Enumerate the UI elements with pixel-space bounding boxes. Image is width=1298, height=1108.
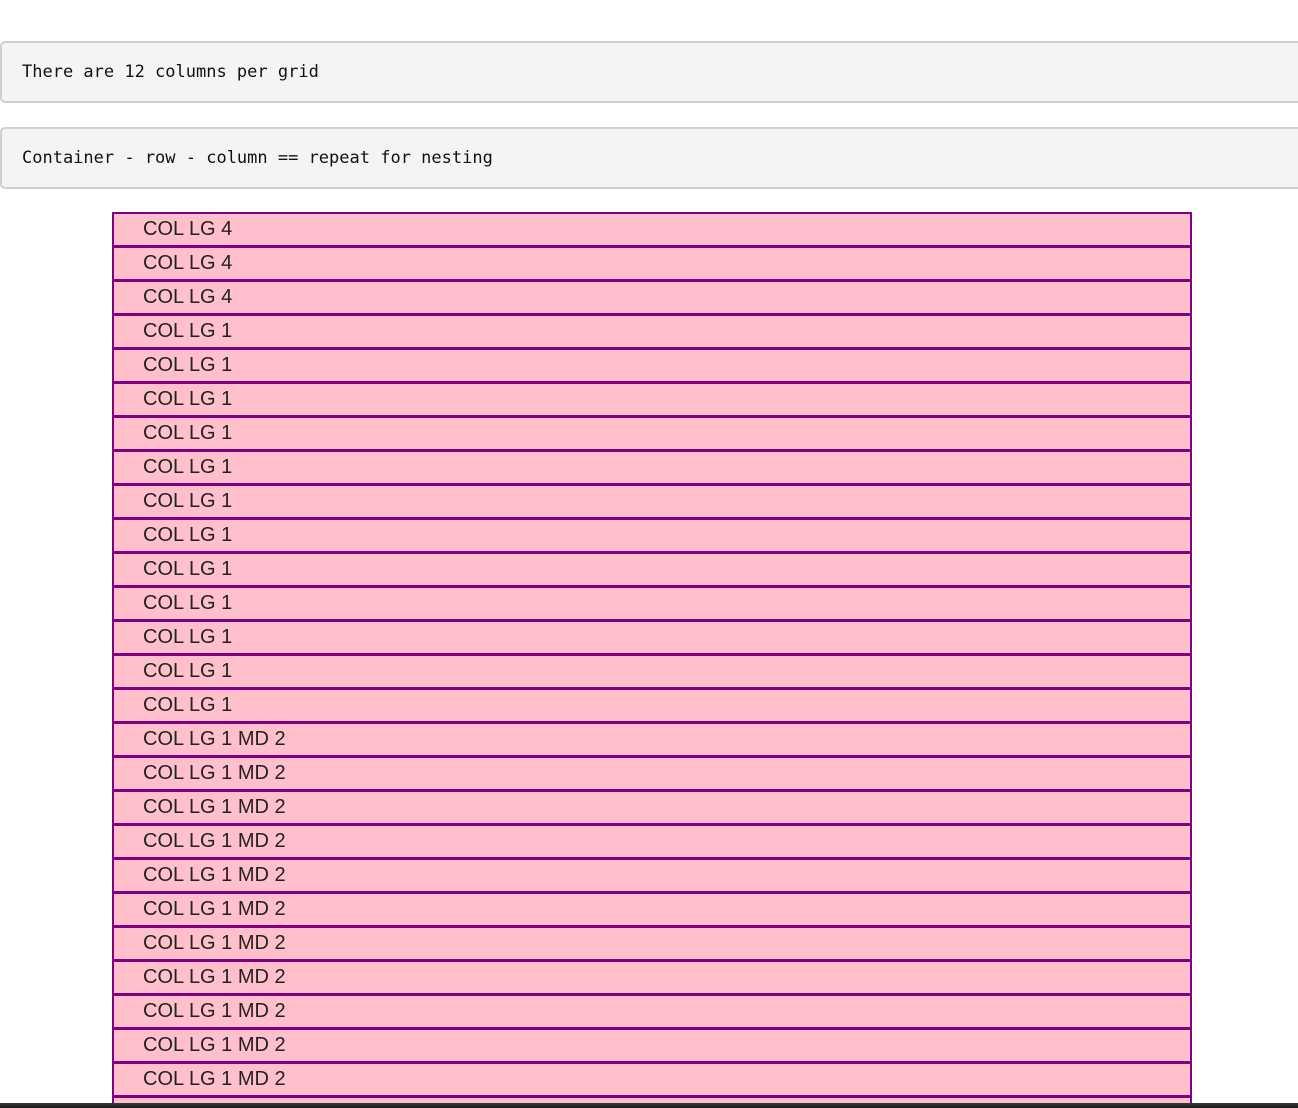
grid-column: COL LG 1 (112, 654, 1192, 688)
grid-column: COL LG 1 (112, 450, 1192, 484)
grid-column: COL LG 1 MD 2 (112, 926, 1192, 960)
grid-column: COL LG 4 (112, 246, 1192, 280)
window-bottom-edge (0, 1103, 1298, 1108)
grid-column: COL LG 1 (112, 586, 1192, 620)
grid-column: COL LG 1 MD 2 (112, 892, 1192, 926)
grid-column: COL LG 1 (112, 552, 1192, 586)
grid-column: COL LG 1 (112, 484, 1192, 518)
grid-column: COL LG 1 (112, 416, 1192, 450)
grid-column: COL LG 1 (112, 518, 1192, 552)
grid-column: COL LG 1 MD 2 (112, 824, 1192, 858)
grid-column: COL LG 4 (112, 280, 1192, 314)
grid-column: COL LG 1 MD 2 (112, 722, 1192, 756)
grid-column: COL LG 1 MD 2 (112, 858, 1192, 892)
grid-column: COL LG 1 (112, 620, 1192, 654)
grid-column: COL LG 1 MD 2 (112, 994, 1192, 1028)
grid-column: COL LG 4 (112, 212, 1192, 246)
grid-column: COL LG 1 MD 2 (112, 756, 1192, 790)
grid-column: COL LG 1 (112, 348, 1192, 382)
grid-column: COL LG 1 MD 2 (112, 1062, 1192, 1096)
grid-columns-note: There are 12 columns per grid (0, 41, 1298, 103)
grid-column: COL LG 1 (112, 314, 1192, 348)
grid-column: COL LG 1 (112, 382, 1192, 416)
grid-column: COL LG 1 MD 2 (112, 1028, 1192, 1062)
grid-container: COL LG 4 COL LG 4 COL LG 4 COL LG 1 COL … (112, 212, 1192, 1104)
grid-column: COL LG 1 MD 2 (112, 960, 1192, 994)
grid-column: COL LG 1 (112, 688, 1192, 722)
nesting-note: Container - row - column == repeat for n… (0, 127, 1298, 189)
grid-column: COL LG 1 MD 2 (112, 790, 1192, 824)
